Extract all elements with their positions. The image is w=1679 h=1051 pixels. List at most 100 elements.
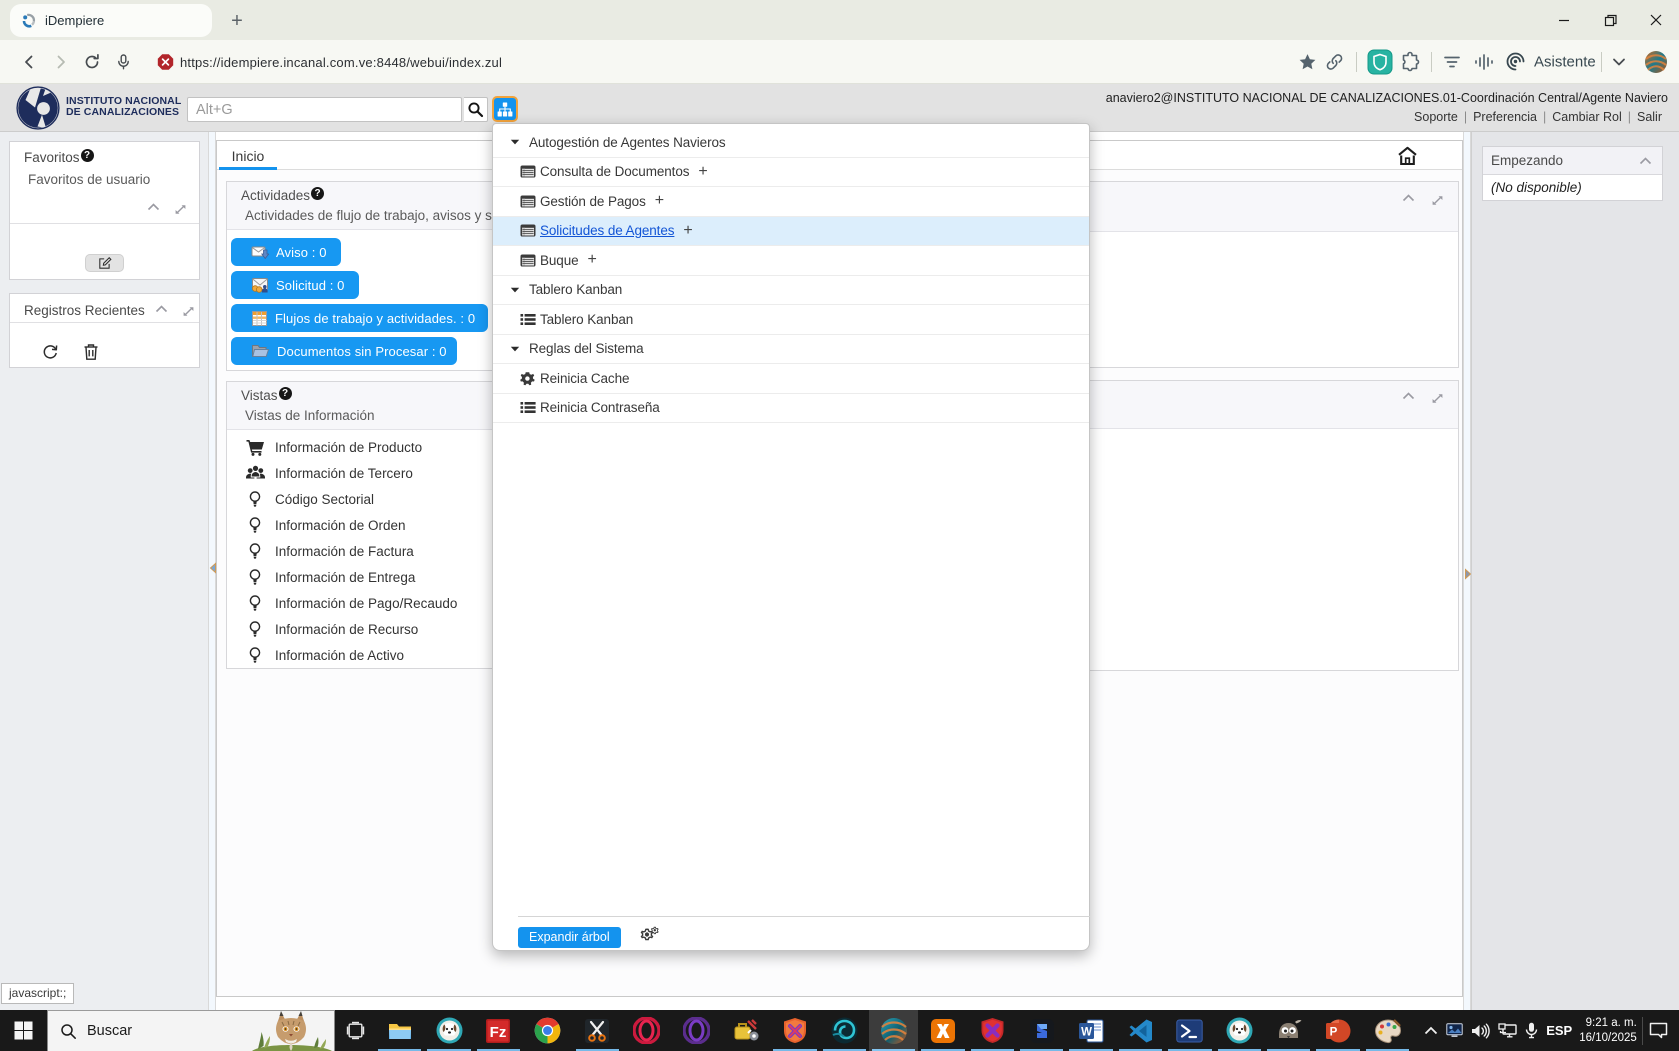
bookmark-star-icon[interactable] bbox=[1298, 52, 1317, 71]
expand-panel-icon[interactable] bbox=[1431, 194, 1444, 207]
task-view-icon[interactable] bbox=[335, 1010, 375, 1051]
word-taskbar-button[interactable]: W bbox=[1066, 1010, 1115, 1051]
menu-item[interactable]: Autogestión de Agentes Navieros bbox=[493, 128, 1089, 158]
shield-extension-icon[interactable] bbox=[1367, 49, 1393, 75]
restore-button[interactable] bbox=[1587, 0, 1633, 40]
tray-display-icon[interactable] bbox=[1446, 1023, 1463, 1038]
shield-fox-taskbar-button[interactable] bbox=[770, 1010, 819, 1051]
menu-item[interactable]: Reglas del Sistema bbox=[493, 335, 1089, 365]
header-link-cambiar-rol[interactable]: Cambiar Rol bbox=[1546, 110, 1627, 124]
menu-item[interactable]: Reinicia Contraseña bbox=[493, 394, 1089, 424]
taskbar-search-box[interactable]: Buscar bbox=[47, 1010, 335, 1051]
chrome-taskbar-button[interactable] bbox=[523, 1010, 572, 1051]
insecure-badge-icon[interactable] bbox=[157, 53, 174, 70]
menu-item[interactable]: Consulta de Documentos+ bbox=[493, 158, 1089, 188]
global-search-input[interactable] bbox=[188, 102, 461, 118]
teal-swirl-taskbar-button[interactable] bbox=[820, 1010, 869, 1051]
menu-item[interactable]: Reinicia Cache bbox=[493, 364, 1089, 394]
profile-avatar[interactable] bbox=[1644, 50, 1668, 74]
activity-button[interactable]: Aviso : 0 bbox=[231, 238, 341, 266]
gears-icon[interactable] bbox=[640, 926, 659, 948]
browser-tab[interactable]: iDempiere bbox=[10, 4, 212, 37]
kdenlive-taskbar-button[interactable] bbox=[573, 1010, 622, 1051]
trash-icon[interactable] bbox=[83, 343, 99, 366]
menu-item[interactable]: Solicitudes de Agentes+ bbox=[493, 217, 1089, 247]
new-record-plus-icon[interactable]: + bbox=[588, 251, 597, 269]
url-text[interactable]: https://idempiere.incanal.com.ve:8448/we… bbox=[180, 40, 502, 84]
mic-icon[interactable] bbox=[115, 53, 132, 70]
new-record-plus-icon[interactable]: + bbox=[683, 222, 692, 240]
rightbar-splitter[interactable] bbox=[1463, 132, 1471, 1010]
close-window-button[interactable] bbox=[1633, 0, 1679, 40]
refresh-icon[interactable] bbox=[42, 343, 59, 365]
collapse-panel-icon[interactable] bbox=[1402, 194, 1415, 207]
collapse-panel-icon[interactable] bbox=[147, 203, 160, 216]
header-link-soporte[interactable]: Soporte bbox=[1408, 110, 1464, 124]
opera-gx-taskbar-button[interactable] bbox=[671, 1010, 720, 1051]
file-explorer-taskbar-button[interactable] bbox=[375, 1010, 424, 1051]
expand-panel-icon[interactable] bbox=[182, 305, 195, 318]
collapse-panel-icon[interactable] bbox=[155, 305, 168, 318]
home-icon[interactable] bbox=[1395, 145, 1419, 167]
new-record-plus-icon[interactable]: + bbox=[698, 163, 707, 181]
global-search-box[interactable] bbox=[187, 97, 462, 122]
tray-clock[interactable]: 9:21 a. m. 16/10/2025 bbox=[1579, 1016, 1637, 1046]
expand-panel-icon[interactable] bbox=[174, 203, 187, 216]
reading-list-icon[interactable] bbox=[1442, 52, 1462, 72]
assistant-label[interactable]: Asistente bbox=[1527, 53, 1589, 70]
waveform-icon[interactable] bbox=[1473, 52, 1495, 72]
reload-button[interactable] bbox=[83, 53, 101, 71]
tray-network-icon[interactable] bbox=[1498, 1023, 1517, 1039]
dog-avatar-taskbar-button[interactable] bbox=[424, 1010, 473, 1051]
activity-button[interactable]: Solicitud : 0 bbox=[231, 271, 359, 299]
tray-speaker-icon[interactable] bbox=[1471, 1023, 1490, 1039]
expand-panel-icon[interactable] bbox=[1431, 392, 1444, 405]
new-tab-button[interactable]: + bbox=[224, 8, 250, 34]
sphere-taskbar-button[interactable] bbox=[869, 1010, 918, 1051]
dog-avatar2-taskbar-button[interactable] bbox=[1215, 1010, 1264, 1051]
opera-taskbar-button[interactable] bbox=[622, 1010, 671, 1051]
caret-down-icon[interactable] bbox=[510, 287, 520, 293]
help-question-icon[interactable] bbox=[279, 387, 292, 400]
shield-x-taskbar-button[interactable] bbox=[968, 1010, 1017, 1051]
help-question-icon[interactable] bbox=[81, 149, 94, 162]
new-record-plus-icon[interactable]: + bbox=[655, 192, 664, 210]
menu-tree-button[interactable] bbox=[492, 96, 518, 122]
minimize-button[interactable] bbox=[1541, 0, 1587, 40]
tray-mic-icon[interactable] bbox=[1525, 1022, 1538, 1039]
xampp-taskbar-button[interactable] bbox=[918, 1010, 967, 1051]
header-link-preferencia[interactable]: Preferencia bbox=[1467, 110, 1543, 124]
forward-button[interactable] bbox=[52, 53, 70, 71]
show-desktop-divider[interactable] bbox=[1642, 1017, 1643, 1045]
puzzle-extension-icon[interactable] bbox=[1400, 51, 1422, 73]
gimp-taskbar-button[interactable] bbox=[1264, 1010, 1313, 1051]
copy-link-icon[interactable] bbox=[1325, 52, 1344, 71]
start-button[interactable] bbox=[0, 1010, 47, 1051]
powershell-taskbar-button[interactable] bbox=[1165, 1010, 1214, 1051]
chevron-down-icon[interactable] bbox=[1611, 54, 1627, 70]
toolbox-taskbar-button[interactable] bbox=[721, 1010, 770, 1051]
edit-favorites-button[interactable] bbox=[85, 254, 124, 272]
caret-down-icon[interactable] bbox=[510, 346, 520, 352]
expand-tree-button[interactable]: Expandir árbol bbox=[518, 927, 621, 948]
notification-icon[interactable] bbox=[1649, 1022, 1668, 1039]
menu-item[interactable]: Gestión de Pagos+ bbox=[493, 187, 1089, 217]
sidebar-splitter[interactable] bbox=[208, 132, 216, 1010]
caret-down-icon[interactable] bbox=[510, 139, 520, 145]
activity-button[interactable]: Documentos sin Procesar : 0 bbox=[231, 337, 457, 365]
tab-inicio[interactable]: Inicio bbox=[219, 141, 277, 170]
search-icon[interactable] bbox=[464, 97, 488, 122]
header-link-salir[interactable]: Salir bbox=[1631, 110, 1668, 124]
collapse-panel-icon[interactable] bbox=[1639, 157, 1652, 165]
activity-button[interactable]: Flujos de trabajo y actividades. : 0 bbox=[231, 304, 488, 332]
filezilla-taskbar-button[interactable]: Fz bbox=[474, 1010, 523, 1051]
menu-item[interactable]: Tablero Kanban bbox=[493, 305, 1089, 335]
menu-item[interactable]: Tablero Kanban bbox=[493, 276, 1089, 306]
help-question-icon[interactable] bbox=[311, 187, 324, 200]
palette-taskbar-button[interactable] bbox=[1363, 1010, 1412, 1051]
menu-item[interactable]: Buque+ bbox=[493, 246, 1089, 276]
dark-s-taskbar-button[interactable] bbox=[1017, 1010, 1066, 1051]
vscode-taskbar-button[interactable] bbox=[1116, 1010, 1165, 1051]
collapse-panel-icon[interactable] bbox=[1402, 392, 1415, 405]
back-button[interactable] bbox=[20, 53, 38, 71]
